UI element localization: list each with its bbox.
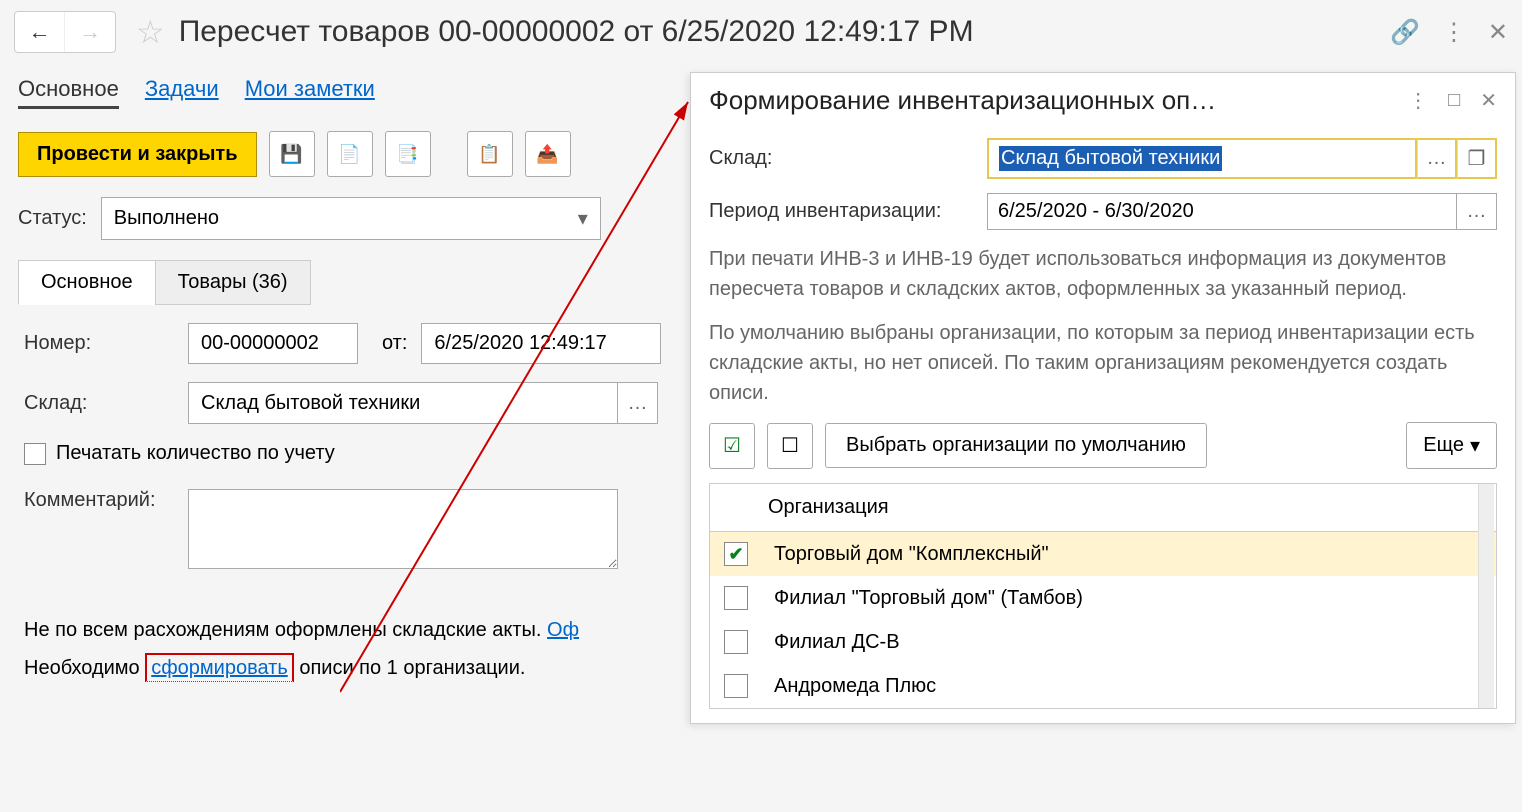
back-button[interactable]: ←	[15, 12, 65, 52]
dialog-info2: По умолчанию выбраны организации, по кот…	[709, 318, 1497, 408]
notice-line1: Не по всем расхождениям оформлены складс…	[24, 619, 547, 641]
tab-tasks[interactable]: Задачи	[145, 72, 219, 109]
dialog-maximize-icon[interactable]: □	[1448, 89, 1460, 112]
org-row[interactable]: Торговый дом "Комплексный"	[710, 532, 1496, 576]
generate-link[interactable]: сформировать	[145, 653, 294, 682]
star-icon[interactable]: ☆	[136, 13, 165, 51]
forward-button[interactable]: →	[65, 12, 115, 52]
dialog-wh-open[interactable]: ❐	[1457, 138, 1497, 179]
dialog-period-field[interactable]: 6/25/2020 - 6/30/2020	[987, 193, 1457, 230]
notice-line2a: Необходимо	[24, 657, 145, 679]
dialog-wh-lookup[interactable]: …	[1417, 138, 1457, 179]
check-all-button[interactable]: ☑	[709, 423, 755, 469]
dialog-warehouse-field[interactable]: Склад бытовой техники	[987, 138, 1417, 179]
org-name: Торговый дом "Комплексный"	[774, 543, 1049, 566]
post-icon[interactable]: 📄	[327, 131, 373, 177]
notice-line2b: описи по 1 организации.	[294, 657, 526, 679]
dialog-info1: При печати ИНВ-3 и ИНВ-19 будет использо…	[709, 244, 1497, 304]
save-icon[interactable]: 💾	[269, 131, 315, 177]
page-title: Пересчет товаров 00-00000002 от 6/25/202…	[179, 15, 974, 49]
org-checkbox[interactable]	[724, 586, 748, 610]
org-checkbox[interactable]	[724, 674, 748, 698]
number-field[interactable]	[188, 323, 358, 364]
date-field[interactable]	[421, 323, 661, 364]
org-row[interactable]: Филиал ДС-В	[710, 620, 1496, 664]
org-name: Филиал "Торговый дом" (Тамбов)	[774, 587, 1083, 610]
dialog-wh-label: Склад:	[709, 147, 987, 170]
dialog-period-lookup[interactable]: …	[1457, 193, 1497, 230]
warehouse-field[interactable]	[188, 382, 618, 424]
number-label: Номер:	[24, 332, 174, 355]
link-icon[interactable]: 🔗	[1390, 18, 1420, 47]
export-icon[interactable]: 📤	[525, 131, 571, 177]
organizations-table: Организация Торговый дом "Комплексный" Фи…	[709, 483, 1497, 709]
print-qty-label: Печатать количество по учету	[56, 442, 335, 465]
post-and-close-button[interactable]: Провести и закрыть	[18, 132, 257, 177]
uncheck-all-button[interactable]: ☐	[767, 423, 813, 469]
chevron-down-icon: ▾	[578, 206, 588, 231]
status-label: Статус:	[18, 207, 87, 230]
movements-icon[interactable]: 📑	[385, 131, 431, 177]
dialog-title: Формирование инвентаризационных оп…	[709, 85, 1388, 116]
org-header: Организация	[768, 496, 889, 519]
dialog-period-label: Период инвентаризации:	[709, 200, 987, 223]
org-checkbox[interactable]	[724, 630, 748, 654]
close-icon[interactable]: ✕	[1488, 18, 1508, 47]
org-row[interactable]: Филиал "Торговый дом" (Тамбов)	[710, 576, 1496, 620]
tab-form-main[interactable]: Основное	[18, 260, 156, 305]
status-value: Выполнено	[114, 207, 219, 230]
warehouse-lookup-button[interactable]: …	[618, 382, 658, 424]
comment-label: Комментарий:	[24, 489, 174, 512]
dialog-menu-icon[interactable]: ⋮	[1408, 88, 1428, 113]
nav-buttons: ← →	[14, 11, 116, 53]
scrollbar[interactable]	[1478, 484, 1494, 708]
tab-form-goods[interactable]: Товары (36)	[155, 260, 311, 305]
select-default-button[interactable]: Выбрать организации по умолчанию	[825, 423, 1207, 468]
print-qty-checkbox[interactable]	[24, 443, 46, 465]
report-icon[interactable]: 📋	[467, 131, 513, 177]
dialog-close-icon[interactable]: ✕	[1480, 88, 1497, 113]
org-checkbox[interactable]	[724, 542, 748, 566]
inventory-dialog: Формирование инвентаризационных оп… ⋮ □ …	[690, 72, 1516, 724]
dialog-wh-value: Склад бытовой техники	[999, 146, 1222, 171]
kebab-icon[interactable]: ⋮	[1442, 18, 1466, 47]
from-label: от:	[382, 332, 407, 355]
status-select[interactable]: Выполнено ▾	[101, 197, 601, 240]
org-name: Андромеда Плюс	[774, 675, 936, 698]
dialog-period-value: 6/25/2020 - 6/30/2020	[998, 200, 1194, 223]
chevron-down-icon: ▾	[1470, 433, 1480, 458]
warehouse-label: Склад:	[24, 392, 174, 415]
comment-field[interactable]	[188, 489, 618, 569]
notice-link1[interactable]: Оф	[547, 619, 579, 641]
org-name: Филиал ДС-В	[774, 631, 900, 654]
tab-notes[interactable]: Мои заметки	[245, 72, 375, 109]
org-row[interactable]: Андромеда Плюс	[710, 664, 1496, 708]
more-button[interactable]: Еще ▾	[1406, 422, 1497, 469]
tab-main[interactable]: Основное	[18, 72, 119, 109]
